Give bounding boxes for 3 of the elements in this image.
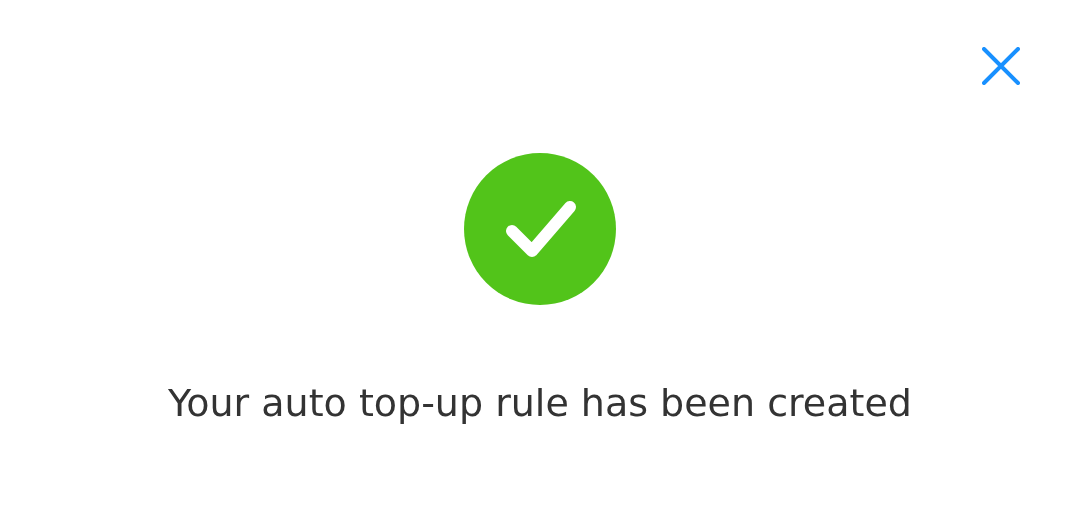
confirmation-message: Your auto top-up rule has been created [168, 380, 912, 427]
close-button[interactable] [980, 45, 1022, 87]
close-icon [982, 47, 1020, 85]
